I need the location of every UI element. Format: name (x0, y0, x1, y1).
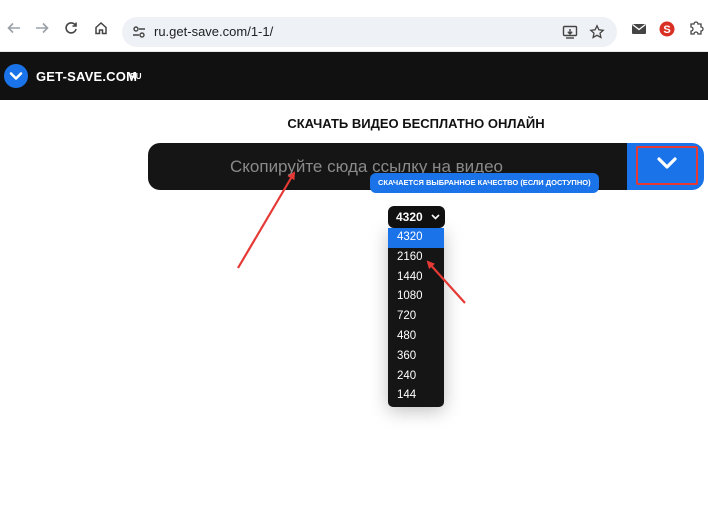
quality-option[interactable]: 2160 (388, 248, 444, 268)
gmail-icon[interactable] (631, 22, 647, 36)
back-arrow-icon[interactable] (6, 20, 22, 36)
download-button-highlight (636, 146, 698, 185)
reload-icon[interactable] (63, 20, 79, 36)
quality-dropdown-list: 4320 2160 1440 1080 720 480 360 240 144 (388, 228, 444, 407)
logo-text[interactable]: GET-SAVE.COM (36, 69, 137, 84)
svg-text:S: S (663, 24, 670, 36)
quality-option[interactable]: 720 (388, 307, 444, 327)
quality-option[interactable]: 1080 (388, 287, 444, 307)
puzzle-icon[interactable] (688, 20, 704, 36)
quality-option[interactable]: 1440 (388, 268, 444, 288)
logo-chevron-icon[interactable] (4, 64, 28, 88)
page-title: СКАЧАТЬ ВИДЕО БЕСПЛАТНО ОНЛАЙН (287, 116, 545, 131)
forward-arrow-icon[interactable] (34, 20, 50, 36)
home-icon[interactable] (93, 20, 109, 36)
quality-tooltip: СКАЧАЕТСЯ ВЫБРАННОЕ КАЧЕСТВО (ЕСЛИ ДОСТУ… (370, 173, 599, 193)
star-icon[interactable] (589, 24, 605, 40)
extension-s-icon[interactable]: S (659, 21, 675, 37)
chevron-down-icon (431, 206, 440, 228)
browser-toolbar: ru.get-save.com/1-1/ S (0, 0, 708, 52)
site-header: GET-SAVE.COM RU (0, 52, 708, 100)
quality-option[interactable]: 144 (388, 386, 444, 406)
chevron-down-icon (656, 156, 678, 175)
quality-option[interactable]: 360 (388, 347, 444, 367)
logo-suffix: RU (130, 72, 142, 81)
address-bar[interactable]: ru.get-save.com/1-1/ (122, 17, 617, 47)
quality-option[interactable]: 480 (388, 327, 444, 347)
site-info-icon[interactable] (131, 24, 147, 40)
quality-option[interactable]: 4320 (388, 228, 444, 248)
quality-option[interactable]: 240 (388, 367, 444, 387)
install-app-icon[interactable] (562, 24, 578, 40)
quality-selected-value: 4320 (396, 210, 423, 224)
quality-select[interactable]: 4320 (388, 206, 445, 228)
url-text: ru.get-save.com/1-1/ (154, 24, 274, 39)
